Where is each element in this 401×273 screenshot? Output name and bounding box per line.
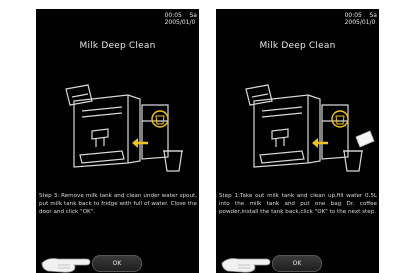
status-date: 2005/01/0 <box>344 19 376 26</box>
status-bar: 00:05 Sa 2005/01/0 <box>165 12 197 26</box>
status-date: 2005/01/0 <box>164 19 196 26</box>
milk-tank-icon <box>343 150 363 172</box>
hand-pointer-icon <box>221 258 271 273</box>
status-time: 00:05 <box>344 12 362 19</box>
coffee-machine-illustration <box>245 84 375 172</box>
milk-tank-highlight <box>312 110 349 148</box>
screen-step-1: 00:05 Sa 2005/01/0 Milk Deep Clean Step … <box>216 9 379 273</box>
powder-bag-icon <box>355 130 375 148</box>
ok-button[interactable]: OK <box>92 255 142 272</box>
step-instruction: Step 3: Remove milk tank and clean under… <box>39 193 197 215</box>
status-time: 00:05 <box>164 12 182 19</box>
milk-tank-highlight <box>132 110 169 148</box>
milk-tank-icon <box>163 150 183 172</box>
coffee-machine-illustration <box>65 84 183 172</box>
step-instruction: Step 1:Take out milk tank and clean up,f… <box>219 193 377 215</box>
status-time-day: 00:05 Sa <box>165 12 197 19</box>
status-day: Sa <box>369 12 378 19</box>
status-day: Sa <box>189 12 198 19</box>
screen-step-3: 00:05 Sa 2005/01/0 Milk Deep Clean Step … <box>36 9 199 273</box>
status-time-day: 00:05 Sa <box>345 12 377 19</box>
hand-pointer-icon <box>41 258 91 273</box>
ok-button[interactable]: OK <box>272 255 322 272</box>
page-title: Milk Deep Clean <box>79 41 156 51</box>
page-title: Milk Deep Clean <box>259 41 336 51</box>
status-bar: 00:05 Sa 2005/01/0 <box>345 12 377 26</box>
